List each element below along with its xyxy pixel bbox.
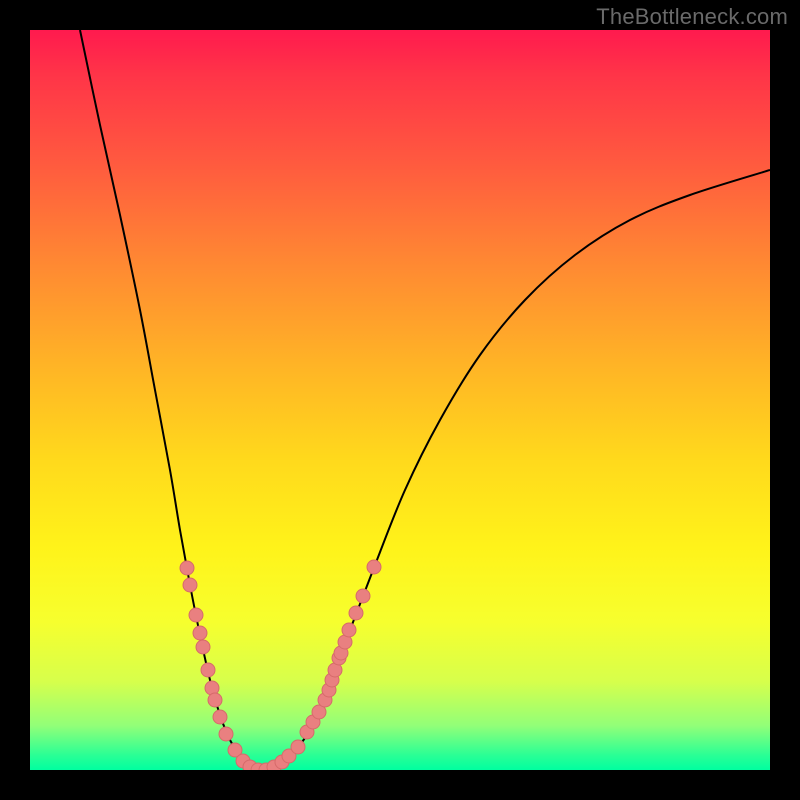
curve-left [80, 30, 260, 770]
data-point [219, 727, 233, 741]
data-point [201, 663, 215, 677]
data-point [342, 623, 356, 637]
data-point [193, 626, 207, 640]
data-point [208, 693, 222, 707]
data-points-group [180, 560, 381, 770]
chart-frame [30, 30, 770, 770]
watermark-text: TheBottleneck.com [596, 4, 788, 30]
data-point [367, 560, 381, 574]
data-point [183, 578, 197, 592]
data-point [291, 740, 305, 754]
data-point [356, 589, 370, 603]
data-point [196, 640, 210, 654]
data-point [180, 561, 194, 575]
data-point [213, 710, 227, 724]
data-point [349, 606, 363, 620]
bottleneck-curve-chart [30, 30, 770, 770]
data-point [189, 608, 203, 622]
